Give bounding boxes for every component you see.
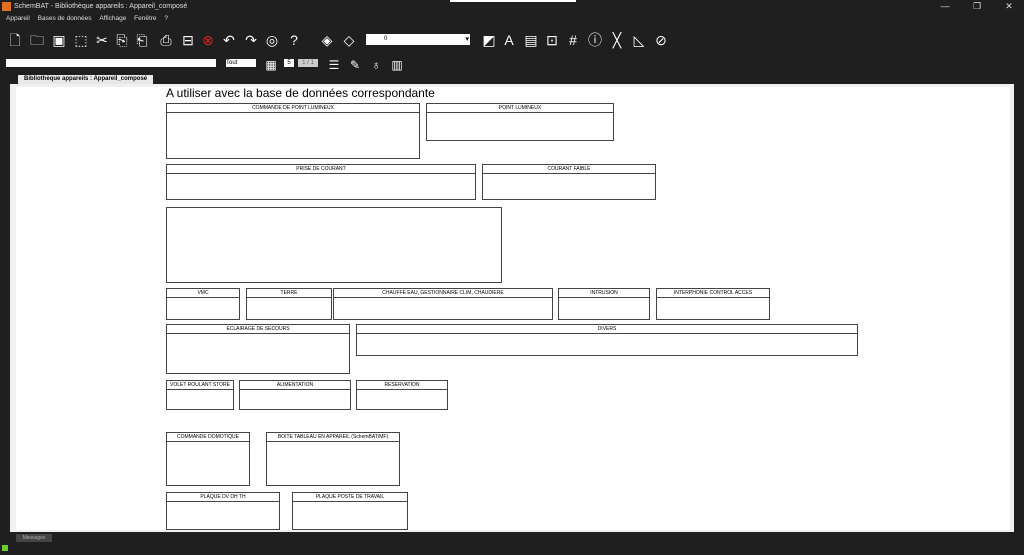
box-label: VOLET ROULANT STORE <box>167 381 233 390</box>
delete-icon[interactable]: ⊗ <box>199 30 217 50</box>
layers-icon[interactable]: ◈ <box>318 30 336 50</box>
box-divers[interactable]: DIVERS <box>356 324 858 356</box>
print-icon[interactable]: ⎙ <box>157 30 175 50</box>
box-label: COURANT FAIBLE <box>483 165 655 174</box>
title-bar: SchemBAT - Bibliothèque appareils : Appa… <box>0 0 1024 13</box>
box-label: INTRUSION <box>559 289 649 298</box>
layer-select-value: 0 <box>384 36 388 42</box>
box-label: PLAQUE DV DH TH <box>167 493 279 502</box>
paste-icon[interactable]: ⎗ <box>133 30 151 50</box>
tab-bibliotheque-appareils[interactable]: Bibliothèque appareils : Appareil_compos… <box>18 75 154 84</box>
library-icon[interactable]: ▥ <box>388 55 406 72</box>
lines-icon[interactable]: ☰ <box>325 55 343 72</box>
box-label: PRISE DE COURANT <box>167 165 475 174</box>
tab-label: Bibliothèque appareils : Appareil_compos… <box>24 76 148 82</box>
box-label: PLAQUE POSTE DE TRAVAIL <box>293 493 407 502</box>
box-label: DIVERS <box>357 325 857 334</box>
box-eclairage-de-secours[interactable]: ECLAIRAGE DE SECOURS <box>166 324 350 374</box>
chevron-down-icon: ▾ <box>465 36 469 43</box>
search-input[interactable] <box>6 59 216 67</box>
layer-select[interactable]: 0 ▾ <box>366 34 470 45</box>
layer-manager-icon[interactable]: ◇ <box>340 30 358 50</box>
grid-icon[interactable]: # <box>564 30 582 50</box>
box-prise-de-courant[interactable]: PRISE DE COURANT <box>166 164 476 200</box>
menu-bar: Appareil Bases de données Affichage Fenê… <box>0 13 1024 25</box>
box-label: VMC <box>167 289 239 298</box>
window-controls: — ❐ ✕ <box>930 0 1024 13</box>
box-label: ECLAIRAGE DE SECOURS <box>167 325 349 334</box>
hide-icon[interactable]: ⊘ <box>652 30 670 50</box>
box-reservation[interactable]: RESERVATION <box>356 380 448 410</box>
box-label: CHAUFFE EAU, GESTIONNAIRE CLIM, CHAUDIER… <box>334 289 552 298</box>
box-label: COMMANDE DE POINT LUMINEUX <box>167 104 419 113</box>
box-interphonie-controle-acces[interactable]: INTERPHONIE CONTROL ACCES <box>656 288 770 320</box>
page-count: 1 / 1 <box>298 59 318 67</box>
close-button[interactable]: ✕ <box>994 0 1024 13</box>
box-label: RESERVATION <box>357 381 447 390</box>
scope-select[interactable]: Tout <box>226 59 256 67</box>
box-courant-faible[interactable]: COURANT FAIBLE <box>482 164 656 200</box>
main-toolbar: 🗋 🗀 ▣ ⬚ ✂ ⎘ ⎗ ⎙ ⊟ ⊗ ↶ ↷ ◎ ? ◈ ◇ ◩ A ▤ ⊡ … <box>0 27 1024 55</box>
box-terre[interactable]: TERRE <box>246 288 332 320</box>
stop-icon[interactable]: ◎ <box>263 30 281 50</box>
box-intrusion[interactable]: INTRUSION <box>558 288 650 320</box>
calculator-icon[interactable]: ▤ <box>522 30 540 50</box>
box-point-lumineux[interactable]: POINT LUMINEUX <box>426 103 614 141</box>
box-label: ALIMENTATION <box>240 381 350 390</box>
box-label: BOITE TABLEAU EN APPAREIL (SchemBAT/MF) <box>267 433 399 442</box>
menu-affichage[interactable]: Affichage <box>99 15 126 22</box>
status-bar <box>0 534 1024 555</box>
box-alimentation[interactable]: ALIMENTATION <box>239 380 351 410</box>
print-preview-icon[interactable]: ⊟ <box>179 30 197 50</box>
page-input[interactable]: 5 <box>284 59 294 67</box>
page-count-value: 1 / 1 <box>302 60 314 66</box>
line-tool-icon[interactable]: ╳ <box>608 30 626 50</box>
crop-icon[interactable]: ⊡ <box>543 30 561 50</box>
messages-button[interactable]: Messages <box>16 534 52 542</box>
menu-appareil[interactable]: Appareil <box>6 15 30 22</box>
new-file-icon[interactable]: 🗋 <box>6 30 24 50</box>
menu-help[interactable]: ? <box>164 15 168 22</box>
redo-icon[interactable]: ↷ <box>242 30 260 50</box>
pencil-icon[interactable]: ✎ <box>346 55 364 72</box>
box-commande-domotique[interactable]: COMMANDE DOMOTIQUE <box>166 432 250 486</box>
window-title: SchemBAT - Bibliothèque appareils : Appa… <box>14 3 188 10</box>
box-plaque-dv-dh-th[interactable]: PLAQUE DV DH TH <box>166 492 280 530</box>
open-folder-icon[interactable]: 🗀 <box>28 30 46 50</box>
table-grid-icon[interactable]: ▦ <box>262 55 280 72</box>
box-label: COMMANDE DOMOTIQUE <box>167 433 249 442</box>
undo-icon[interactable]: ↶ <box>220 30 238 50</box>
minimize-button[interactable]: — <box>930 0 960 13</box>
box-boite-tableau[interactable]: BOITE TABLEAU EN APPAREIL (SchemBAT/MF) <box>266 432 400 486</box>
info-icon[interactable]: ⓘ <box>586 30 604 50</box>
box-commande-point-lumineux[interactable]: COMMANDE DE POINT LUMINEUX <box>166 103 420 159</box>
box-label: TERRE <box>247 289 331 298</box>
angle-icon[interactable]: ◺ <box>630 30 648 50</box>
appareil-table[interactable] <box>166 207 502 283</box>
maximize-button[interactable]: ❐ <box>962 0 992 13</box>
box-label: INTERPHONIE CONTROL ACCES <box>657 289 769 298</box>
light-bulb-icon[interactable]: ♁ <box>367 55 385 72</box>
title-highlight <box>450 0 576 2</box>
box-volet-roulant-store[interactable]: VOLET ROULANT STORE <box>166 380 234 410</box>
messages-label: Messages <box>22 535 46 541</box>
status-indicator <box>2 545 8 551</box>
menu-bases-de-donnees[interactable]: Bases de données <box>38 15 92 22</box>
page-input-value: 5 <box>287 60 291 66</box>
save-icon[interactable]: ▣ <box>50 30 68 50</box>
select-icon[interactable]: ⬚ <box>72 30 90 50</box>
box-label: POINT LUMINEUX <box>427 104 613 113</box>
scope-select-value: Tout <box>226 60 238 66</box>
text-icon[interactable]: A <box>500 30 518 50</box>
box-vmc[interactable]: VMC <box>166 288 240 320</box>
box-plaque-poste-de-travail[interactable]: PLAQUE POSTE DE TRAVAIL <box>292 492 408 530</box>
menu-fenetre[interactable]: Fenêtre <box>134 15 156 22</box>
cut-icon[interactable]: ✂ <box>93 30 111 50</box>
copy-icon[interactable]: ⎘ <box>113 30 131 50</box>
app-logo-icon <box>2 2 11 11</box>
page-title: A utiliser avec la base de données corre… <box>166 86 435 100</box>
shapes-icon[interactable]: ◩ <box>480 30 498 50</box>
box-chauffe-eau[interactable]: CHAUFFE EAU, GESTIONNAIRE CLIM, CHAUDIER… <box>333 288 553 320</box>
help-icon[interactable]: ? <box>285 30 303 50</box>
